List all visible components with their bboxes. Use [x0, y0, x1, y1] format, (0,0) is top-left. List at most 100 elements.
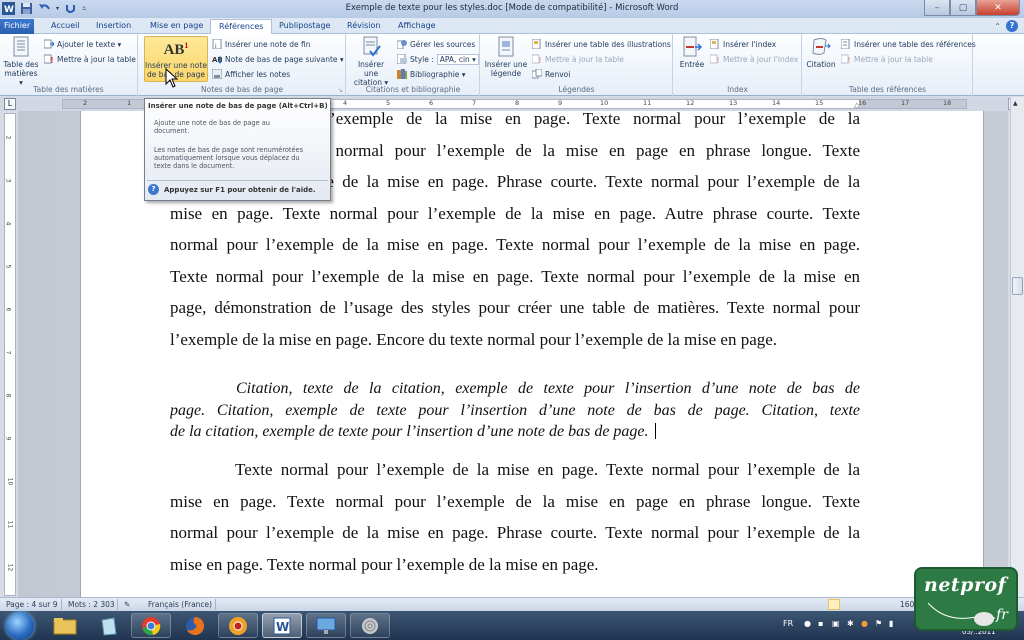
close-icon: ✕ [994, 2, 1002, 13]
afficher-les-notes-button[interactable]: Afficher les notes [212, 68, 290, 80]
inserer-table-references-button[interactable]: Insérer une table des références [841, 38, 976, 50]
tray-bluetooth-icon[interactable]: ✱ [847, 619, 854, 628]
mettre-a-jour-index-button[interactable]: ! Mettre à jour l'index [710, 53, 798, 65]
citation-button-label-1: Insérer une [357, 60, 385, 78]
ruler-number: 17 [901, 99, 910, 107]
mark-entry-icon [683, 36, 702, 57]
print-layout-view-icon[interactable] [828, 599, 840, 610]
tab-mise-en-page[interactable]: Mise en page [142, 19, 211, 34]
table-des-matieres-button[interactable]: Table des matières ▾ [2, 36, 40, 87]
input-language-indicator[interactable]: FR [783, 619, 793, 628]
help-icon[interactable]: ? [1006, 20, 1018, 32]
windows-taskbar: W FR ● ▪ ▣ ✱ ● ⚑ ▮ 05/..2011 [0, 611, 1024, 640]
vertical-scrollbar[interactable]: ▲ ▼ [1010, 97, 1024, 597]
update-toa-disabled-icon: ! [841, 54, 851, 64]
paragraph-normal-2[interactable]: Texte normal pour l’exemple de la mise e… [170, 454, 860, 580]
text-line: mise en page. Texte normal pour l’exempl… [170, 203, 860, 223]
word-icon: W [273, 617, 291, 634]
mouse-logo-icon [927, 602, 994, 626]
mettre-a-jour-table-illustrations-button[interactable]: ! Mettre à jour la table [532, 53, 624, 65]
tray-app-icon[interactable]: ▪ [818, 619, 823, 628]
paragraph-citation[interactable]: Citation, texte de la citation, exemple … [170, 378, 860, 443]
vruler-number: 7 [4, 350, 12, 355]
vertical-ruler[interactable]: 2 3 4 5 6 7 8 9 10 11 12 [4, 113, 16, 596]
full-screen-reading-view-icon[interactable] [843, 599, 855, 610]
tray-flag-icon[interactable]: ⚑ [875, 619, 882, 628]
tab-publipostage[interactable]: Publipostage [271, 19, 338, 34]
text-line: page, démonstration de l’usage des style… [170, 298, 860, 317]
close-button[interactable]: ✕ [976, 0, 1020, 16]
tray-network-icon[interactable]: ● [804, 619, 811, 628]
taskbar-chrome-canary[interactable] [218, 613, 258, 638]
taskbar-notepad[interactable] [88, 613, 128, 638]
inserer-legende-button[interactable]: Insérer une légende [484, 36, 528, 78]
tab-fichier[interactable]: Fichier [0, 19, 34, 34]
tray-display-icon[interactable]: ▣ [832, 619, 840, 628]
update-tof-label: Mettre à jour la table [545, 54, 624, 64]
tooltip-divider [147, 180, 328, 181]
web-layout-view-icon[interactable] [858, 599, 870, 610]
start-button[interactable] [6, 612, 34, 640]
scroll-up-icon[interactable]: ▲ [1013, 100, 1018, 107]
taskbar-firefox[interactable] [175, 613, 215, 638]
minimize-ribbon-icon[interactable]: ⌃ [994, 22, 1001, 31]
next-footnote-label: Note de bas de page suivante ▾ [225, 54, 344, 64]
style-icon [397, 54, 407, 64]
cross-reference-label: Renvoi [545, 69, 571, 79]
inserer-index-button[interactable]: Insérer l'index [710, 38, 776, 50]
group-label-toc: Table des matières [33, 85, 104, 94]
style-selector: Style : APA, cin ▾ [397, 53, 479, 65]
group-label-index: Index [727, 85, 748, 94]
next-footnote-icon: AB [212, 56, 222, 64]
mouse-cursor-icon [165, 68, 179, 88]
taskbar-word[interactable]: W [262, 613, 302, 638]
group-label-citations: Citations et bibliographie [365, 85, 461, 94]
tab-insertion[interactable]: Insertion [88, 19, 139, 34]
note-bas-page-suivante-button[interactable]: AB Note de bas de page suivante ▾ [212, 53, 344, 65]
entry-button-label: Entrée [679, 60, 705, 69]
dialog-launcher-icon[interactable]: ↘ [338, 87, 343, 94]
title-bar: W ▾ ⩡ Exemple de texte pour les styles.d… [0, 0, 1024, 18]
entree-button[interactable]: Entrée [677, 36, 707, 69]
taskbar-chrome[interactable] [131, 613, 171, 638]
tray-update-icon[interactable]: ● [861, 619, 868, 628]
minimize-button[interactable]: – [924, 0, 950, 16]
tab-revision[interactable]: Révision [339, 19, 388, 34]
inserer-table-illustrations-button[interactable]: Insérer une table des illustrations [532, 38, 671, 50]
proofing-icon[interactable]: ✎ [124, 600, 130, 609]
scrollbar-thumb[interactable] [1012, 277, 1023, 295]
taskbar-remote-desktop[interactable] [306, 613, 346, 638]
style-dropdown[interactable]: APA, cin ▾ [436, 53, 479, 65]
taskbar-fingerprint-app[interactable] [350, 613, 390, 638]
marquer-citation-button[interactable]: Citation [805, 36, 837, 69]
language-indicator[interactable]: Français (France) [148, 600, 212, 609]
tab-accueil[interactable]: Accueil [43, 19, 88, 34]
tab-references[interactable]: Références [210, 19, 273, 34]
mettre-a-jour-table-references-button[interactable]: ! Mettre à jour la table [841, 53, 933, 65]
show-notes-label: Afficher les notes [225, 69, 291, 79]
word-count[interactable]: Mots : 2 303 [68, 600, 115, 609]
status-divider [215, 599, 216, 610]
inserer-citation-button[interactable]: Insérer une citation ▾ [351, 36, 391, 87]
svg-text:W: W [276, 620, 289, 634]
renvoi-button[interactable]: Renvoi [532, 68, 570, 80]
tooltip-help-text: Appuyez sur F1 pour obtenir de l'aide. [164, 185, 316, 194]
zoom-level[interactable]: 160 [900, 600, 914, 609]
ajouter-le-texte-button[interactable]: Ajouter le texte ▾ [44, 38, 121, 50]
notepad-icon [101, 616, 117, 636]
gerer-sources-button[interactable]: Gérer les sources [397, 38, 475, 50]
tooltip-details: Les notes de bas de page sont renuméroté… [154, 146, 324, 171]
outline-view-icon[interactable] [873, 599, 885, 610]
chrome-icon [142, 616, 161, 635]
maximize-button[interactable]: ▢ [950, 0, 976, 16]
draft-view-icon[interactable] [886, 599, 898, 610]
mettre-a-jour-table-button[interactable]: ! Mettre à jour la table [44, 53, 136, 65]
tab-selector-button[interactable]: L [4, 98, 16, 110]
inserer-note-de-fin-button[interactable]: i Insérer une note de fin [212, 38, 311, 50]
taskbar-explorer[interactable] [45, 613, 85, 638]
tray-power-icon[interactable]: ▮ [889, 619, 893, 628]
tab-affichage[interactable]: Affichage [390, 19, 444, 34]
bibliographie-button[interactable]: Bibliographie ▾ [397, 68, 466, 80]
show-notes-icon [212, 69, 222, 79]
page-count[interactable]: Page : 4 sur 9 [6, 600, 58, 609]
